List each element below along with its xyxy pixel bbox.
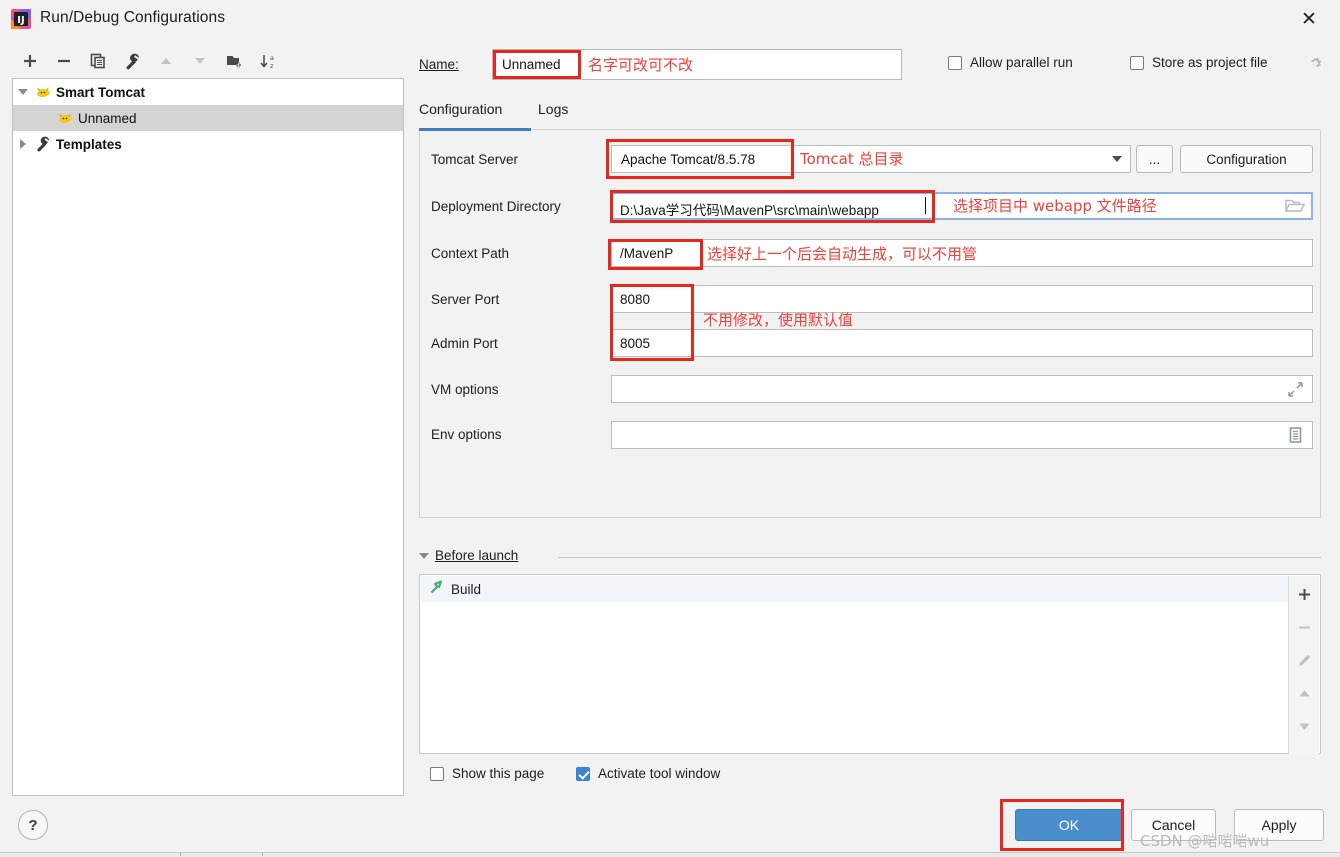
tab-logs[interactable]: Logs [538, 101, 568, 129]
tomcat-configuration-button[interactable]: Configuration [1180, 145, 1313, 173]
expand-collapse-icon[interactable] [13, 89, 33, 95]
arrow-down-icon[interactable] [186, 46, 214, 76]
list-item[interactable]: Build [421, 576, 1291, 602]
before-launch-toolbar [1288, 576, 1319, 754]
move-task-down-button[interactable] [1289, 710, 1319, 742]
move-task-up-button[interactable] [1289, 677, 1319, 709]
close-icon[interactable]: ✕ [1286, 2, 1332, 36]
tree-item-templates[interactable]: Templates [13, 131, 403, 157]
context-path-value: /MavenP [620, 246, 674, 261]
admin-port-value: 8005 [620, 336, 651, 351]
deployment-directory-label: Deployment Directory [431, 199, 561, 214]
wrench-icon [33, 135, 53, 153]
tree-item-unnamed[interactable]: Unnamed [13, 105, 403, 131]
svg-text:z: z [270, 62, 274, 70]
remove-task-button[interactable] [1289, 611, 1319, 643]
activate-tool-window-checkbox[interactable]: Activate tool window [576, 766, 720, 781]
add-task-button[interactable] [1289, 578, 1319, 610]
svg-text:IJ: IJ [17, 15, 24, 26]
annotation-ports: 不用修改，使用默认值 [703, 311, 854, 329]
folder-add-icon[interactable] [220, 46, 248, 76]
tree-item-smart-tomcat[interactable]: Smart Tomcat [13, 79, 403, 105]
checkbox-box [576, 766, 590, 781]
expand-collapse-icon[interactable] [419, 552, 429, 559]
annotation-tomcat-server: Tomcat 总目录 [800, 150, 904, 168]
configurations-tree[interactable]: Smart Tomcat Unnamed Templates [12, 78, 404, 796]
add-configuration-button[interactable] [16, 46, 44, 76]
title-bar: IJ Run/Debug Configurations ✕ [0, 0, 1340, 38]
list-icon[interactable] [1288, 427, 1303, 446]
build-hammer-icon [429, 580, 444, 598]
text-caret [925, 197, 926, 214]
admin-port-label: Admin Port [431, 336, 498, 351]
window-title: Run/Debug Configurations [40, 9, 226, 26]
arrow-up-icon[interactable] [152, 46, 180, 76]
activate-tool-window-label: Activate tool window [598, 766, 721, 781]
annotation-name-text: 名字可改可不改 [588, 56, 694, 74]
taskbar-divider [262, 852, 263, 856]
before-launch-header[interactable]: Before launch [419, 548, 518, 563]
tomcat-server-label: Tomcat Server [431, 152, 519, 167]
checkbox-box [948, 55, 962, 70]
expand-collapse-icon[interactable] [13, 139, 33, 149]
tree-item-label: Unnamed [78, 110, 137, 126]
before-launch-title: Before launch [435, 548, 519, 563]
allow-parallel-run-label: Allow parallel run [970, 55, 1073, 70]
show-this-page-checkbox[interactable]: Show this page [430, 766, 544, 781]
admin-port-input[interactable] [611, 329, 1313, 357]
tree-item-label: Smart Tomcat [56, 84, 146, 100]
env-options-label: Env options [431, 427, 502, 442]
taskbar-divider [180, 852, 181, 856]
run-debug-configurations-dialog: IJ Run/Debug Configurations ✕ a z Smart … [0, 0, 1340, 857]
gear-icon[interactable] [1307, 55, 1324, 75]
taskbar-strip [0, 852, 1340, 857]
pencil-icon[interactable] [1289, 644, 1319, 676]
chevron-down-icon[interactable] [1112, 156, 1122, 162]
tab-baseline [419, 129, 1321, 130]
vm-options-input[interactable] [611, 375, 1313, 403]
folder-open-icon[interactable] [1284, 197, 1306, 217]
before-launch-divider [558, 557, 1321, 558]
deployment-directory-value: D:\Java学习代码\MavenP\src\main\webapp [620, 203, 879, 218]
store-as-project-file-label: Store as project file [1152, 55, 1268, 70]
vm-options-label: VM options [431, 382, 499, 397]
configurations-toolbar: a z [12, 46, 404, 78]
watermark: CSDN @啱啱啱wu [1140, 832, 1270, 850]
server-port-value: 8080 [620, 292, 651, 307]
ok-button[interactable]: OK [1015, 809, 1123, 841]
context-path-label: Context Path [431, 246, 510, 261]
show-this-page-label: Show this page [452, 766, 545, 781]
configuration-panel [419, 131, 1321, 518]
help-button[interactable]: ? [18, 810, 48, 840]
tab-configuration[interactable]: Configuration [419, 101, 502, 129]
allow-parallel-run-checkbox[interactable]: Allow parallel run [948, 55, 1073, 70]
checkbox-box [430, 766, 444, 781]
tree-item-label: Templates [56, 136, 122, 152]
name-label: Name: [419, 57, 459, 72]
before-launch-list[interactable]: Build [419, 574, 1321, 754]
wrench-icon[interactable] [118, 46, 146, 76]
store-as-project-file-checkbox[interactable]: Store as project file [1130, 55, 1268, 70]
annotation-deployment-directory: 选择项目中 webapp 文件路径 [953, 197, 1157, 215]
svg-text:a: a [270, 54, 274, 62]
name-input-value: Unnamed [502, 57, 561, 72]
sort-az-icon[interactable]: a z [254, 46, 282, 76]
tab-bar: Configuration Logs [419, 101, 1321, 131]
copy-configuration-button[interactable] [84, 46, 112, 76]
remove-configuration-button[interactable] [50, 46, 78, 76]
intellij-idea-icon: IJ [10, 8, 32, 30]
tomcat-icon [33, 83, 53, 101]
expand-icon[interactable] [1288, 382, 1303, 400]
env-options-input[interactable] [611, 421, 1313, 449]
browse-tomcat-server-button[interactable]: ... [1136, 145, 1173, 173]
server-port-label: Server Port [431, 292, 500, 307]
annotation-context-path: 选择好上一个后会自动生成，可以不用管 [707, 245, 978, 263]
tomcat-icon [55, 109, 75, 127]
checkbox-box [1130, 55, 1144, 70]
tomcat-server-value: Apache Tomcat/8.5.78 [621, 152, 756, 167]
list-item-label: Build [451, 581, 482, 597]
